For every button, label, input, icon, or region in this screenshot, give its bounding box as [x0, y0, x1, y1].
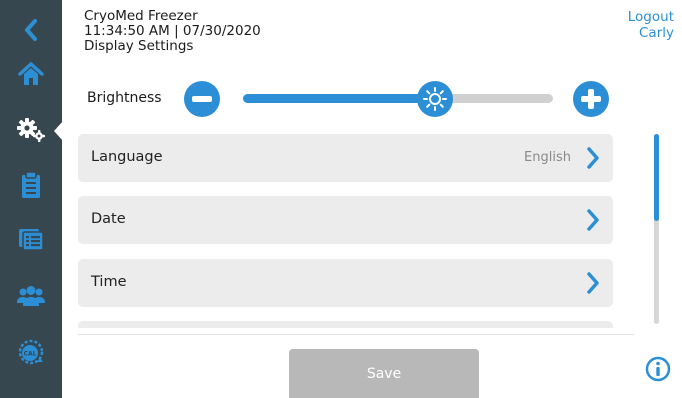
divider	[78, 334, 634, 335]
brightness-slider-fill	[243, 94, 435, 103]
save-button[interactable]: Save	[289, 349, 479, 398]
chevron-left-icon	[25, 19, 37, 41]
sidebar: CAL	[0, 0, 62, 398]
settings-list: Language English Date Time	[78, 134, 613, 328]
calibration-icon: CAL	[18, 339, 44, 365]
username[interactable]: Carly	[628, 25, 674, 41]
clipboard-icon	[22, 171, 40, 198]
page-title: Display Settings	[84, 38, 194, 54]
chevron-right-icon	[587, 272, 599, 294]
setting-label: Date	[91, 211, 126, 227]
users-icon	[17, 286, 45, 306]
brightness-slider-thumb[interactable]	[417, 81, 453, 117]
nav-inventory[interactable]	[0, 217, 62, 261]
setting-row-language[interactable]: Language English	[78, 134, 613, 182]
nav-calibration[interactable]: CAL	[0, 330, 62, 374]
chevron-right-icon	[587, 209, 599, 231]
logout-link[interactable]: Logout	[628, 9, 674, 25]
brightness-decrease-button[interactable]	[184, 81, 220, 117]
brightness-increase-button[interactable]	[573, 81, 609, 117]
header: CryoMed Freezer 11:34:50 AM | 07/30/2020…	[84, 9, 261, 54]
user-area: Logout Carly	[628, 9, 674, 41]
back-button[interactable]	[0, 8, 62, 52]
datetime: 11:34:50 AM | 07/30/2020	[84, 23, 261, 39]
gears-icon	[17, 118, 45, 142]
setting-label: Time	[91, 274, 127, 290]
active-nav-indicator	[54, 121, 63, 141]
setting-row-partial[interactable]	[78, 321, 613, 328]
brightness-slider-track[interactable]	[243, 94, 553, 103]
nav-users[interactable]	[0, 274, 62, 318]
setting-value: English	[524, 150, 571, 165]
svg-text:CAL: CAL	[24, 351, 37, 358]
device-name: CryoMed Freezer	[84, 8, 198, 24]
setting-row-time[interactable]: Time	[78, 259, 613, 307]
brightness-label: Brightness	[87, 90, 162, 106]
info-icon[interactable]	[645, 356, 671, 382]
scrollbar-thumb[interactable]	[654, 134, 659, 221]
home-icon	[18, 62, 44, 85]
nav-settings[interactable]	[0, 108, 62, 152]
scrollbar[interactable]	[654, 134, 659, 324]
setting-row-date[interactable]: Date	[78, 196, 613, 244]
sun-icon	[423, 87, 447, 111]
nav-logs[interactable]	[0, 163, 62, 207]
nav-home[interactable]	[0, 52, 62, 96]
inventory-icon	[19, 229, 44, 251]
setting-label: Language	[91, 149, 163, 165]
chevron-right-icon	[587, 147, 599, 169]
